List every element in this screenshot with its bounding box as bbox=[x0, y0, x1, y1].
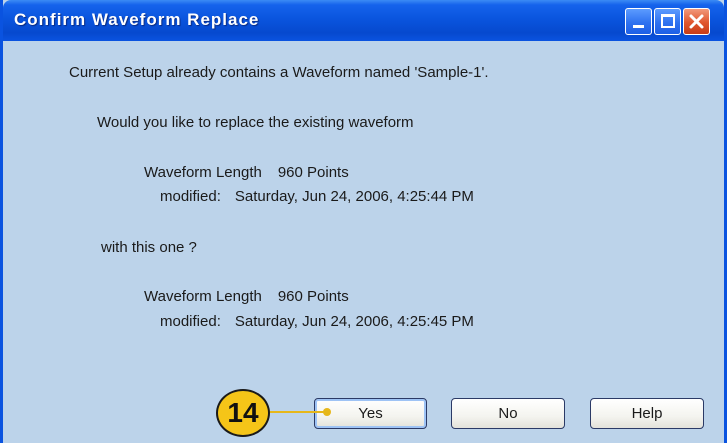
minimize-icon bbox=[633, 25, 644, 28]
existing-length-label: Waveform Length bbox=[144, 164, 262, 181]
existing-length-row: Waveform Length 960 Points bbox=[144, 164, 349, 181]
minimize-button[interactable] bbox=[625, 8, 652, 35]
step-callout-badge: 14 bbox=[216, 389, 270, 437]
help-button[interactable]: Help bbox=[590, 398, 704, 429]
new-length-label: Waveform Length bbox=[144, 288, 262, 305]
message-replace-question: Would you like to replace the existing w… bbox=[97, 114, 414, 131]
new-length-value: 960 Points bbox=[277, 288, 349, 305]
existing-modified-row: modified: Saturday, Jun 24, 2006, 4:25:44… bbox=[160, 188, 474, 205]
close-icon bbox=[689, 14, 704, 29]
new-modified-value: Saturday, Jun 24, 2006, 4:25:45 PM bbox=[234, 313, 474, 330]
existing-modified-label: modified: bbox=[160, 188, 221, 205]
existing-length-value: 960 Points bbox=[277, 164, 349, 181]
yes-button[interactable]: Yes bbox=[314, 398, 427, 429]
message-existing-name: Current Setup already contains a Wavefor… bbox=[69, 64, 489, 81]
close-button[interactable] bbox=[683, 8, 710, 35]
dialog-window: Confirm Waveform Replace Current Setup a… bbox=[0, 0, 727, 443]
window-title: Confirm Waveform Replace bbox=[14, 10, 260, 29]
existing-modified-value: Saturday, Jun 24, 2006, 4:25:44 PM bbox=[234, 188, 474, 205]
maximize-icon bbox=[661, 14, 675, 28]
title-bar[interactable]: Confirm Waveform Replace bbox=[3, 0, 724, 41]
new-modified-row: modified: Saturday, Jun 24, 2006, 4:25:45… bbox=[160, 313, 474, 330]
message-with-this-one: with this one ? bbox=[101, 239, 197, 256]
new-length-row: Waveform Length 960 Points bbox=[144, 288, 349, 305]
maximize-button[interactable] bbox=[654, 8, 681, 35]
callout-leader-line bbox=[268, 411, 328, 413]
callout-leader-dot bbox=[323, 408, 331, 416]
new-modified-label: modified: bbox=[160, 313, 221, 330]
no-button[interactable]: No bbox=[451, 398, 565, 429]
